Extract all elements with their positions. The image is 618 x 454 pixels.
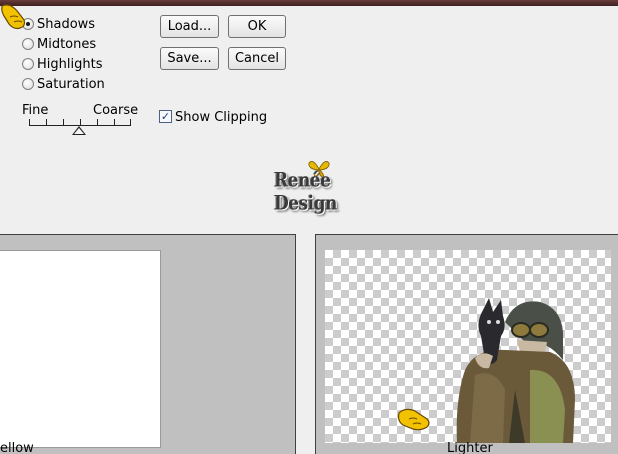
- woman-with-dog-figure: [456, 298, 575, 443]
- radio-shadows[interactable]: Shadows: [22, 15, 95, 33]
- checkmark-icon: ✓: [160, 110, 171, 123]
- radio-circle[interactable]: [22, 38, 34, 50]
- before-preview-image: [0, 250, 161, 448]
- slider-tick: [80, 119, 81, 126]
- hand-pointer-icon: [1, 4, 26, 30]
- radio-label: Shadows: [37, 16, 96, 32]
- slider-fine-label: Fine: [22, 103, 49, 118]
- show-clipping-checkbox[interactable]: ✓: [159, 110, 172, 123]
- radio-saturation[interactable]: Saturation: [22, 75, 105, 93]
- radio-label: Midtones: [37, 36, 97, 52]
- load-button[interactable]: Load...: [160, 15, 219, 38]
- radio-label: Highlights: [37, 56, 103, 72]
- radio-circle[interactable]: [22, 78, 34, 90]
- hand-pointer-icon: [397, 408, 430, 431]
- slider-tick: [63, 119, 64, 126]
- slider-tick: [130, 119, 131, 126]
- radio-label: Saturation: [37, 76, 105, 92]
- slider-tick: [29, 119, 30, 126]
- radio-midtones[interactable]: Midtones: [22, 35, 96, 53]
- before-preview-caption: ellow: [0, 441, 34, 454]
- slider-tick: [97, 119, 98, 126]
- after-preview-image: [325, 250, 611, 443]
- cancel-button[interactable]: Cancel: [228, 47, 286, 70]
- slider-tick: [46, 119, 47, 126]
- slider-coarse-label: Coarse: [93, 103, 139, 118]
- slider-thumb[interactable]: [72, 126, 86, 135]
- title-bar-strip: [0, 0, 618, 6]
- after-preview-caption: Lighter: [447, 441, 493, 454]
- slider-tick: [114, 119, 115, 126]
- show-clipping-label: Show Clipping: [175, 110, 268, 125]
- ok-button[interactable]: OK: [228, 15, 286, 38]
- logo-text: Renée Design: [274, 169, 337, 215]
- radio-circle[interactable]: [22, 58, 34, 70]
- renee-design-logo: Renée Design: [262, 160, 390, 215]
- save-button[interactable]: Save...: [160, 47, 219, 70]
- radio-highlights[interactable]: Highlights: [22, 55, 102, 73]
